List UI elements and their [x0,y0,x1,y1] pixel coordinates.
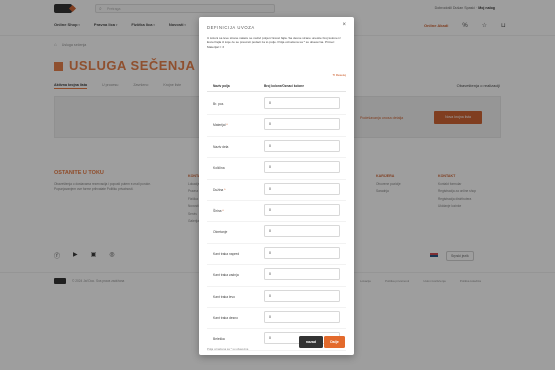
field-label: Dužina * [213,187,226,192]
field-label: Širina * [213,208,224,213]
field-label: Br. poz. [213,102,225,106]
column-input-duzina[interactable]: 0 [264,182,340,195]
table-row: Kant traka zadnja 0 [207,265,346,287]
table-row: Širina * 0 [207,201,346,223]
field-label: Kant traka zadnja [213,273,239,278]
field-label: Kant traka napred [213,251,240,256]
column-input-kant-napred[interactable]: 0 [264,246,340,259]
mapping-table-header: Naziv polja Broj kolone/Oznaci kolone [207,82,346,92]
table-row: Dužina * 0 [207,180,346,201]
modal-description: U koloni sa leve strane nalaze se nazivi… [207,36,341,49]
field-label: Kant traka levo [213,294,235,299]
column-input-okretanje[interactable]: 0 [264,225,340,238]
close-icon[interactable]: × [342,22,346,28]
column-input-kant-desno[interactable]: 0 [264,310,340,323]
table-row: Br. poz. 0 [207,94,346,116]
table-row: Kant traka levo 0 [207,287,346,308]
table-row: Kant traka desno 0 [207,308,346,330]
table-row: Okretanje 0 [207,222,346,244]
table-row: Naziv dela 0 [207,137,346,159]
field-label: Materijal * [213,123,228,128]
field-label: Naziv dela [213,144,229,149]
table-row: Kant traka napred 0 [207,244,346,266]
next-button[interactable]: Dalje [324,336,345,348]
table-row: Materijal * 0 [207,115,346,137]
column-input-kant-zadnja[interactable]: 0 [264,268,340,281]
back-button[interactable]: nazad [299,336,323,348]
column-input-kolicina[interactable]: 0 [264,161,340,174]
modal-title: DEFINICIJA UVOZA [207,25,255,30]
import-definition-modal: DEFINICIJA UVOZA × U koloni sa leve stra… [199,17,354,355]
header-column-number: Broj kolone/Oznaci kolone [264,84,305,88]
reset-label: Resetuj [335,73,346,77]
table-row: Količina 0 [207,158,346,180]
column-input-materijal[interactable]: 0 [264,118,340,131]
column-input-br-poz[interactable]: 0 [264,97,340,109]
mapping-rows: Br. poz. 0 Materijal * 0 Naziv dela 0 Količ… [207,94,346,351]
field-label: Kant traka desno [213,315,238,320]
field-label: Količina [213,166,225,171]
field-label: Beleška [213,337,225,342]
column-input-naziv-dela[interactable]: 0 [264,139,340,152]
column-input-sirina[interactable]: 0 [264,203,340,216]
required-note: Polja označena sa * su obavezna [207,347,249,351]
field-label: Okretanje [213,230,228,235]
column-input-kant-levo[interactable]: 0 [264,289,340,302]
reset-button[interactable]: ⟲ Resetuj [332,73,346,77]
header-field-name: Naziv polja [213,84,230,88]
